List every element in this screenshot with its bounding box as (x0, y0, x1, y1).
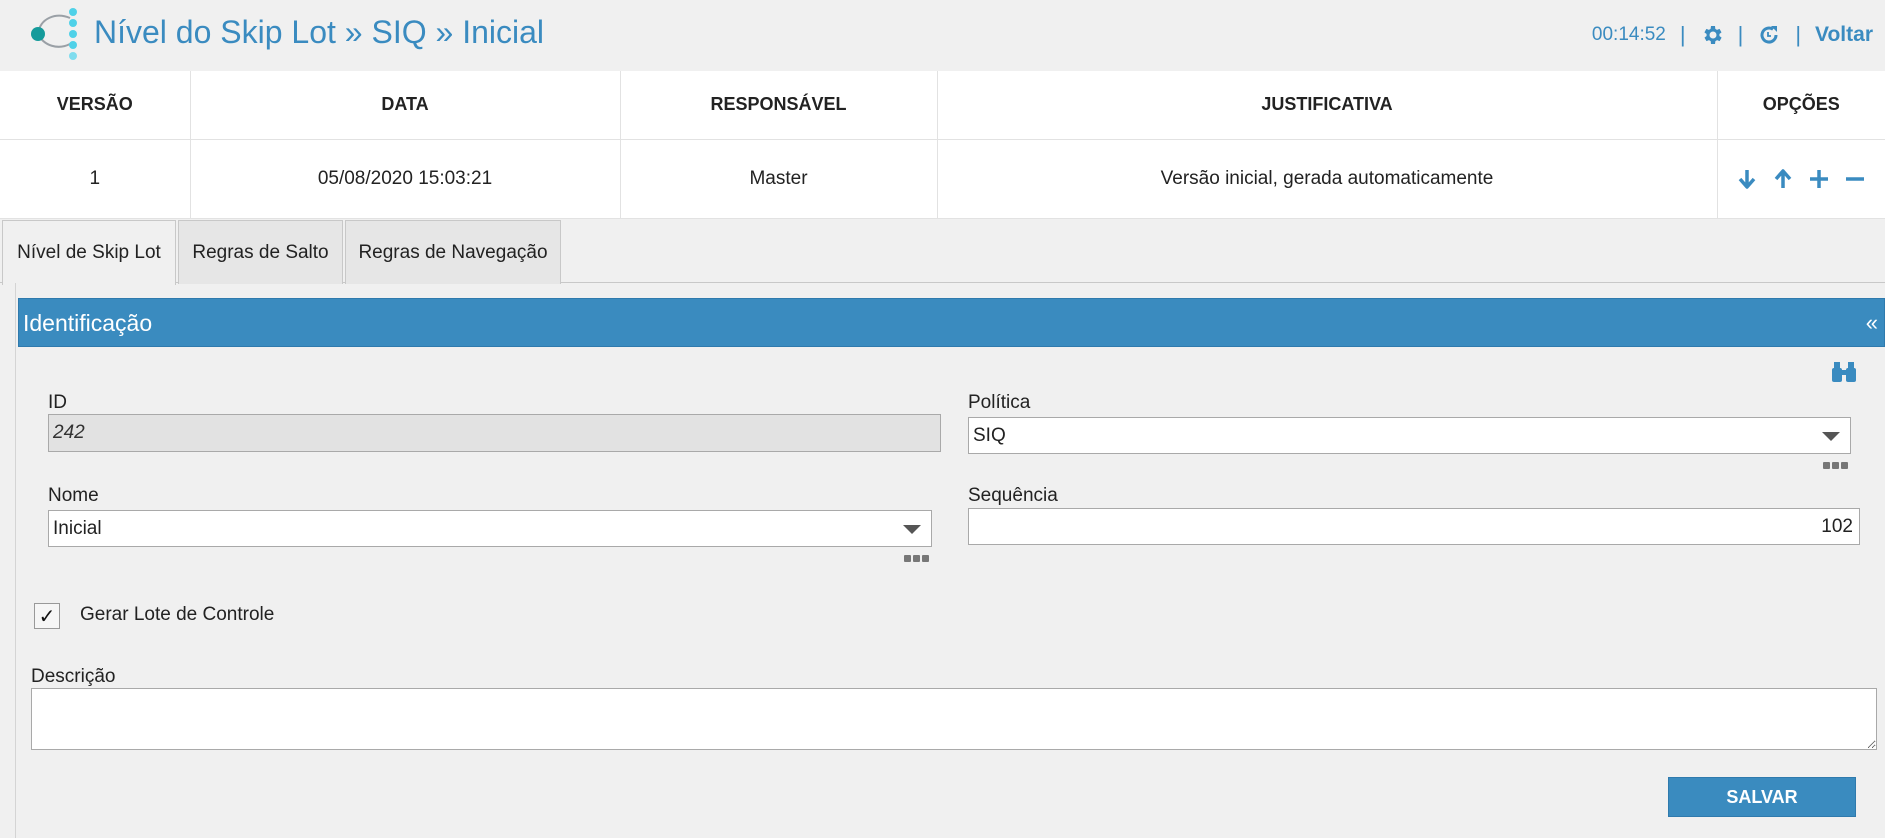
collapse-toggle[interactable]: « (1866, 310, 1878, 336)
back-link[interactable]: Voltar (1815, 23, 1873, 47)
id-field: 242 (48, 414, 941, 452)
header-toolbar: 00:14:52 | | | Voltar (1592, 18, 1873, 52)
separator: | (1737, 22, 1744, 47)
column-header-responsavel: RESPONSÁVEL (620, 71, 938, 140)
logo-icon (31, 8, 77, 60)
tab-nivel-skip-lot[interactable]: Nível de Skip Lot (2, 220, 176, 285)
session-clock: 00:14:52 (1591, 24, 1666, 45)
column-header-versao: VERSÃO (0, 71, 191, 140)
gerar-lote-checkbox[interactable]: ✓ (34, 603, 60, 629)
cell-versao: 1 (0, 139, 191, 219)
gerar-lote-label: Gerar Lote de Controle (80, 604, 275, 625)
panel-header: Identificação « (18, 298, 1885, 347)
column-header-opcoes: OPÇÕES (1717, 71, 1885, 140)
nome-label: Nome (48, 485, 99, 506)
tab-regras-navegacao[interactable]: Regras de Navegação (345, 220, 561, 284)
nome-more-dots-icon[interactable] (904, 555, 930, 563)
separator: | (1679, 22, 1686, 47)
app-header: Nível do Skip Lot » SIQ » Inicial 00:14:… (0, 0, 1885, 71)
cell-responsavel: Master (620, 139, 938, 219)
arrow-up-icon[interactable] (1771, 167, 1795, 191)
column-header-justificativa: JUSTIFICATIVA (937, 71, 1718, 140)
panel-title: Identificação (23, 310, 153, 336)
save-button[interactable]: SALVAR (1668, 777, 1856, 817)
nome-select[interactable]: Inicial (48, 510, 932, 547)
table-header-row: VERSÃO DATA RESPONSÁVEL JUSTIFICATIVA OP… (0, 71, 1885, 140)
separator: | (1795, 22, 1802, 47)
versions-table: VERSÃO DATA RESPONSÁVEL JUSTIFICATIVA OP… (0, 71, 1885, 219)
tab-bar: Nível de Skip Lot Regras de Salto Regras… (0, 220, 1885, 285)
politica-select[interactable]: SIQ (968, 417, 1851, 454)
binoculars-icon[interactable] (1831, 361, 1857, 383)
minus-icon[interactable] (1843, 167, 1867, 191)
row-options (1718, 167, 1885, 191)
id-label: ID (48, 392, 67, 413)
dropdown-caret-icon[interactable] (903, 525, 921, 534)
politica-label: Política (968, 392, 1031, 413)
descricao-textarea[interactable] (31, 688, 1877, 750)
politica-more-dots-icon[interactable] (1823, 462, 1849, 470)
nome-selected-value: Inicial (53, 517, 102, 539)
cell-opcoes (1717, 139, 1885, 219)
descricao-label: Descrição (31, 666, 116, 687)
column-header-data: DATA (190, 71, 621, 140)
arrow-down-icon[interactable] (1735, 167, 1759, 191)
sequencia-label: Sequência (968, 485, 1058, 506)
sequencia-field[interactable]: 102 (968, 508, 1860, 545)
identificacao-panel: Identificação « (15, 283, 1885, 838)
table-row[interactable]: 1 05/08/2020 15:03:21 Master Versão inic… (0, 139, 1885, 219)
dropdown-caret-icon[interactable] (1822, 432, 1840, 441)
cell-data: 05/08/2020 15:03:21 (190, 139, 621, 219)
plus-icon[interactable] (1807, 167, 1831, 191)
cell-justificativa: Versão inicial, gerada automaticamente (937, 139, 1718, 219)
page-title: Nível do Skip Lot » SIQ » Inicial (94, 14, 544, 50)
gear-icon[interactable] (1700, 23, 1724, 47)
politica-selected-value: SIQ (973, 424, 1006, 446)
refresh-icon[interactable] (1757, 23, 1781, 47)
tab-regras-salto[interactable]: Regras de Salto (178, 220, 343, 284)
